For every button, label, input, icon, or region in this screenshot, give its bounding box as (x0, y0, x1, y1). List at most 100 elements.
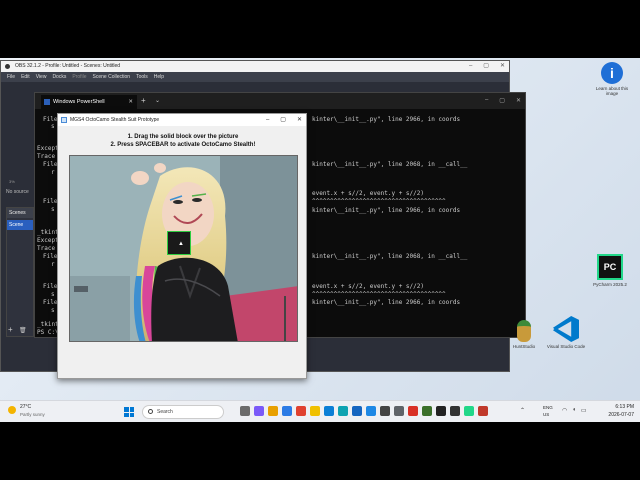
teams-icon[interactable] (254, 406, 264, 416)
start-button[interactable] (124, 407, 134, 417)
app-red-icon[interactable] (478, 406, 488, 416)
terminal-line: s (51, 291, 55, 298)
octocamo-window-controls: – ▢ ✕ (266, 114, 302, 126)
close-icon[interactable]: ✕ (297, 114, 302, 126)
terminal-prompt: PS C:\ (37, 329, 59, 336)
search-icon (148, 409, 153, 414)
powershell-tab-title: Windows PowerShell (53, 99, 105, 105)
maximize-icon[interactable]: ▢ (280, 114, 286, 126)
octocamo-window[interactable]: MGS4 OctoCamo Stealth Suit Prototype – ▢… (57, 113, 307, 379)
chevron-up-icon[interactable]: ⌃ (520, 407, 525, 414)
obs-window-controls: – ▢ ✕ (469, 61, 505, 72)
dropbox-icon[interactable] (366, 406, 376, 416)
edge-icon[interactable] (338, 406, 348, 416)
menu-scene-collection[interactable]: Scene Collection (93, 72, 131, 82)
sun-icon (8, 406, 16, 414)
clock[interactable]: 6:13 PM 2026-07-07 (608, 403, 634, 419)
terminal-line: _tkint (37, 229, 59, 236)
new-tab-icon[interactable]: + (141, 93, 146, 109)
powershell-tabbar: Windows PowerShell ✕ + ⌄ – ▢ ✕ (35, 93, 525, 109)
wifi-icon[interactable]: ◠ (562, 407, 567, 414)
store-icon[interactable] (324, 406, 334, 416)
terminal-line: kinter\__init__.py", line 2966, in coord… (312, 207, 461, 214)
outlook-icon[interactable] (352, 406, 362, 416)
menu-file[interactable]: File (7, 72, 15, 82)
obs-recording-icon[interactable] (450, 406, 460, 416)
obs-title: OBS 32.1.2 - Profile: Untitled - Scenes:… (15, 63, 121, 69)
maximize-icon[interactable]: ▢ (499, 97, 505, 104)
obs-titlebar[interactable]: OBS 32.1.2 - Profile: Untitled - Scenes:… (1, 61, 509, 72)
terminal-line: File (43, 299, 58, 306)
terminal-line: event.x + s//2, event.y + s//2) (312, 190, 424, 197)
info-icon: i (601, 62, 623, 84)
close-icon[interactable]: ✕ (500, 61, 505, 72)
add-scene-icon[interactable]: + (8, 325, 13, 334)
tray-icons: ⌃ (520, 407, 525, 414)
terminal-line: r (51, 261, 55, 268)
desktop-icon-learn[interactable]: i Learn about this image (590, 62, 634, 96)
terminal-line: s (51, 123, 55, 130)
desktop-icon-pineapple[interactable]: HuntStudio (502, 320, 546, 349)
menu-profile[interactable]: Profile (72, 72, 86, 82)
terminal-line: r (51, 169, 55, 176)
minimize-icon[interactable]: – (266, 114, 269, 126)
desktop-icon-pycharm[interactable]: PC PyCharm 2025.2 (588, 254, 632, 287)
weather-widget[interactable]: 27°C Partly sunny (8, 404, 45, 418)
vscode-icon (553, 316, 579, 342)
octocamo-solid-block[interactable]: ▲ (167, 231, 191, 255)
terminal-line: kinter\__init__.py", line 2966, in coord… (312, 299, 461, 306)
battery-icon[interactable]: ▭ (581, 407, 587, 414)
chrome-alt-icon[interactable] (408, 406, 418, 416)
copilot-icon[interactable] (268, 406, 278, 416)
windows-logo-pane (129, 407, 134, 412)
powershell-tab[interactable]: Windows PowerShell ✕ (41, 95, 137, 109)
terminal-line: File (43, 253, 58, 260)
menu-view[interactable]: View (36, 72, 47, 82)
obs-zoom-level: 3% (9, 179, 15, 184)
cursor-icon: ▲ (178, 241, 184, 247)
minimize-icon[interactable]: – (485, 97, 488, 104)
obs-scenes-panel: Scenes Scene (6, 207, 34, 337)
pineapple-icon (517, 320, 531, 342)
task-view-icon[interactable] (240, 406, 250, 416)
language-code: ENG (543, 405, 553, 410)
language-indicator[interactable]: ENG US (543, 404, 553, 418)
file-explorer-icon[interactable] (310, 406, 320, 416)
chevron-down-icon[interactable]: ⌄ (155, 93, 160, 109)
desktop-icon-label: Visual Studio Code (546, 344, 586, 349)
terminal-line: event.x + s//2, event.y + s//2) (312, 283, 424, 290)
pycharm-taskbar-icon[interactable] (464, 406, 474, 416)
menu-docks[interactable]: Docks (52, 72, 66, 82)
desktop-icon-vscode[interactable]: Visual Studio Code (544, 316, 588, 349)
powershell-window-controls: – ▢ ✕ (485, 97, 521, 104)
menu-edit[interactable]: Edit (21, 72, 30, 82)
app-icon[interactable] (422, 406, 432, 416)
firefox-icon[interactable] (296, 406, 306, 416)
obs-taskbar-icon[interactable] (394, 406, 404, 416)
desktop-icon-label: PyCharm 2025.2 (593, 282, 627, 287)
close-icon[interactable]: ✕ (516, 97, 521, 104)
scene-item[interactable]: Scene (7, 220, 33, 230)
menu-tools[interactable]: Tools (136, 72, 148, 82)
pycharm-icon: PC (597, 254, 623, 280)
terminal-line: kinter\__init__.py", line 2068, in __cal… (312, 161, 468, 168)
taskbar-search[interactable]: Search (142, 405, 224, 419)
terminal-icon[interactable] (436, 406, 446, 416)
trash-icon[interactable]: 🗑 (19, 327, 27, 334)
system-tray: ◠ ◖ ▭ (562, 407, 587, 414)
maximize-icon[interactable]: ▢ (483, 61, 489, 72)
terminal-line: Except (37, 145, 59, 152)
obs-menubar: File Edit View Docks Profile Scene Colle… (1, 72, 509, 82)
desktop: OBS 32.1.2 - Profile: Untitled - Scenes:… (0, 58, 640, 422)
obs-app-icon (5, 64, 10, 69)
camouflage-picture-canvas[interactable]: ▲ (69, 155, 298, 342)
chrome-icon[interactable] (282, 406, 292, 416)
tab-close-icon[interactable]: ✕ (128, 95, 133, 109)
menu-help[interactable]: Help (154, 72, 164, 82)
settings-icon[interactable] (380, 406, 390, 416)
minimize-icon[interactable]: – (469, 61, 472, 72)
octocamo-titlebar[interactable]: MGS4 OctoCamo Stealth Suit Prototype – ▢… (58, 114, 306, 126)
octocamo-title: MGS4 OctoCamo Stealth Suit Prototype (70, 117, 160, 123)
clock-time: 6:13 PM (615, 404, 634, 410)
volume-icon[interactable]: ◖ (572, 407, 576, 414)
